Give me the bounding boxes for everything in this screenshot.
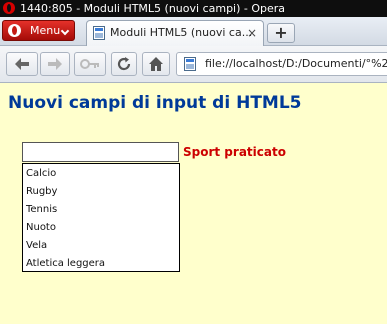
new-tab-button[interactable]: +	[267, 23, 295, 43]
suggestion-option[interactable]: Nuoto	[26, 219, 56, 236]
suggestion-option[interactable]: Atletica leggera	[26, 255, 105, 272]
chevron-down-icon	[60, 26, 70, 36]
address-bar[interactable]: file://localhost/D:/Documenti/°%20	[176, 52, 387, 76]
tab-active[interactable]: Moduli HTML5 (nuovi ca... ×	[86, 20, 264, 46]
window-title: 1440:805 - Moduli HTML5 (nuovi campi) - …	[20, 2, 286, 15]
sport-input[interactable]	[22, 142, 179, 162]
navigation-toolbar: file://localhost/D:/Documenti/°%20	[0, 46, 387, 83]
reload-button[interactable]	[111, 52, 137, 76]
tab-bar: Menu Moduli HTML5 (nuovi ca... × +	[0, 17, 387, 46]
back-button[interactable]	[6, 52, 38, 76]
menu-label: Menu	[30, 24, 61, 37]
opera-logo-icon	[8, 24, 21, 37]
page-title: Nuovi campi di input di HTML5	[8, 93, 302, 113]
window-title-bar: 1440:805 - Moduli HTML5 (nuovi campi) - …	[0, 0, 387, 17]
sport-label: Sport praticato	[183, 145, 286, 159]
page-icon	[93, 26, 105, 40]
suggestion-option[interactable]: Rugby	[26, 183, 57, 200]
opera-menu-button[interactable]: Menu	[2, 20, 75, 41]
forward-button[interactable]	[40, 52, 70, 76]
suggestion-option[interactable]: Vela	[26, 237, 47, 254]
sport-suggestions-list: Calcio Rugby Tennis Nuoto Vela Atletica …	[22, 163, 180, 272]
opera-logo-icon	[3, 2, 15, 14]
home-button[interactable]	[142, 52, 170, 76]
key-icon	[80, 59, 99, 69]
home-icon	[149, 57, 163, 71]
close-tab-icon[interactable]: ×	[247, 21, 257, 45]
arrow-right-icon	[48, 58, 62, 70]
page-icon	[184, 57, 196, 71]
reload-icon	[117, 57, 131, 71]
wand-button[interactable]	[74, 52, 106, 76]
tab-label: Moduli HTML5 (nuovi ca...	[110, 26, 253, 39]
arrow-left-icon	[15, 58, 29, 70]
address-url: file://localhost/D:/Documenti/°%20	[205, 57, 387, 70]
suggestion-option[interactable]: Tennis	[26, 201, 57, 218]
suggestion-option[interactable]: Calcio	[26, 165, 56, 182]
